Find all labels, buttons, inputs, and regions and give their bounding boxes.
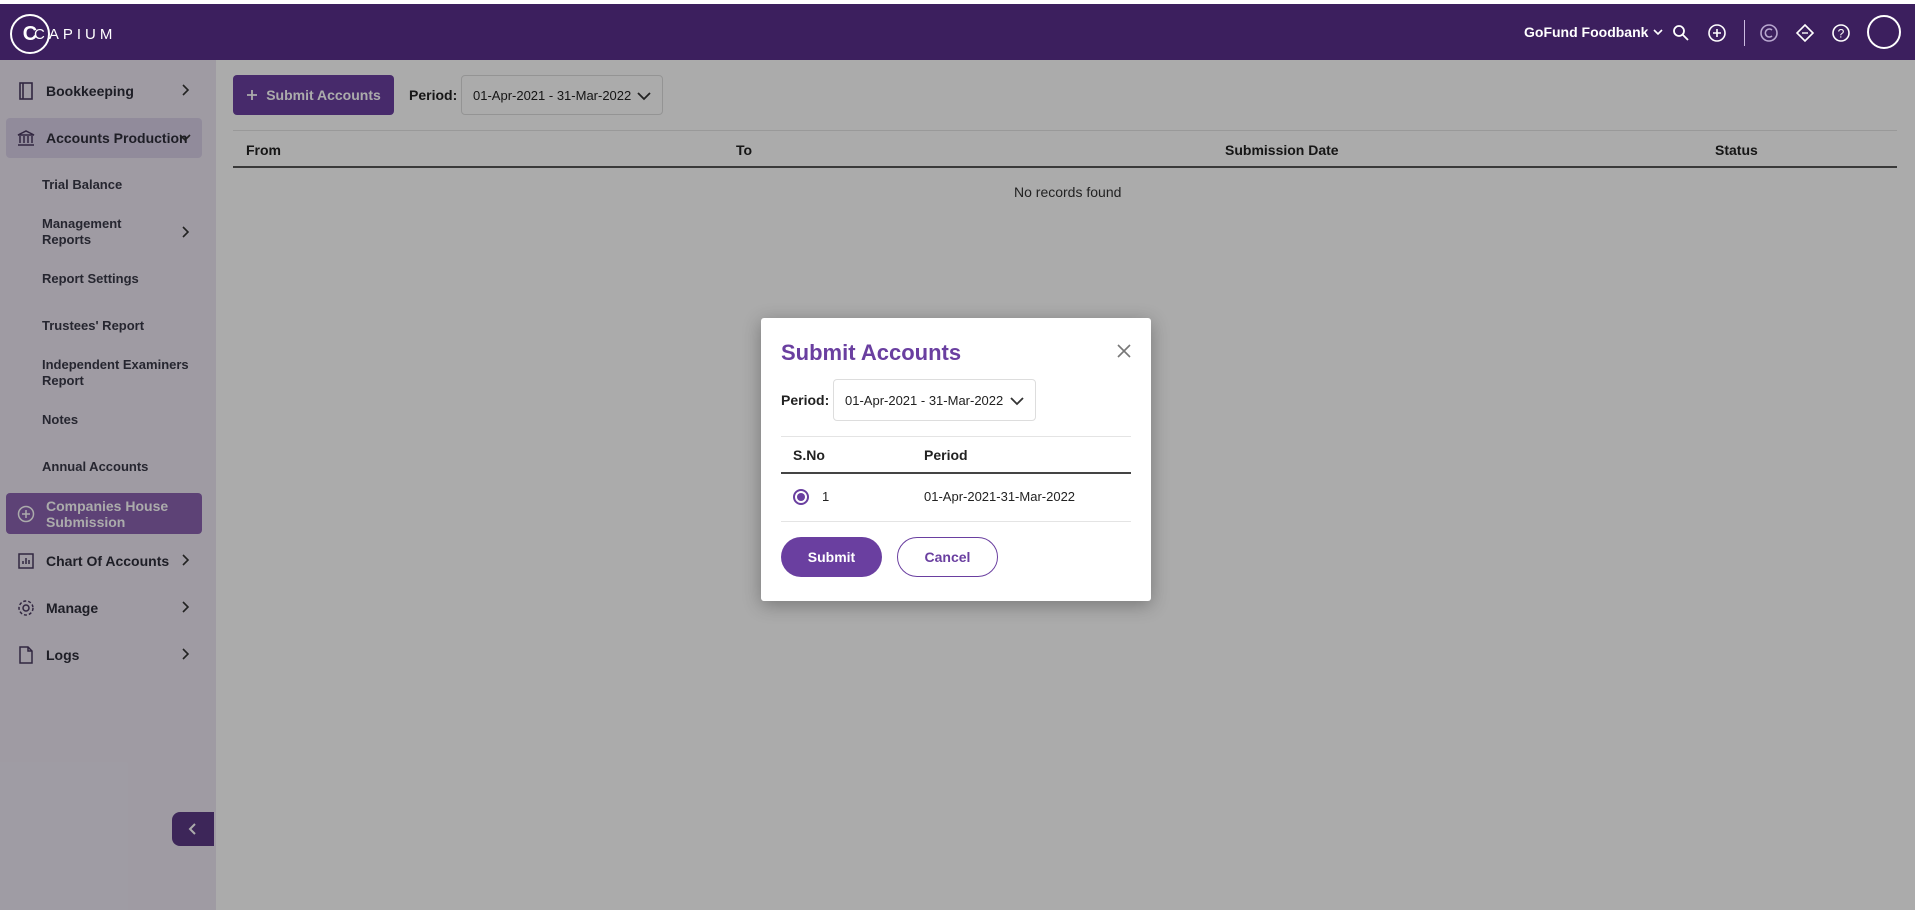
capium-coin-icon[interactable] bbox=[1758, 22, 1780, 44]
capium-logo[interactable]: C CAPIUM bbox=[10, 14, 116, 54]
dialog-period-label: Period: bbox=[781, 392, 830, 408]
column-header-sno: S.No bbox=[793, 447, 825, 463]
dialog-period-table: S.No Period 1 01-Apr-2021-31-Mar-2022 bbox=[781, 436, 1131, 522]
add-circle-icon[interactable] bbox=[1706, 22, 1728, 44]
chevron-down-icon bbox=[1653, 29, 1663, 36]
org-name: GoFund Foodbank bbox=[1524, 24, 1649, 40]
column-header-period: Period bbox=[924, 447, 968, 463]
dialog-table-header: S.No Period bbox=[781, 436, 1131, 474]
dialog-title: Submit Accounts bbox=[781, 340, 962, 365]
org-switcher[interactable]: GoFund Foodbank bbox=[1524, 24, 1664, 40]
ticket-icon[interactable] bbox=[1794, 22, 1816, 44]
logo-text: CAPIUM bbox=[34, 25, 117, 43]
avatar[interactable] bbox=[1867, 15, 1901, 49]
submit-accounts-dialog: Submit Accounts Period: 01-Apr-2021 - 31… bbox=[761, 318, 1151, 601]
submit-button[interactable]: Submit bbox=[781, 537, 882, 577]
table-row[interactable]: 1 01-Apr-2021-31-Mar-2022 bbox=[781, 474, 1131, 522]
toolbar-divider bbox=[1744, 20, 1745, 46]
svg-text:?: ? bbox=[1838, 27, 1845, 41]
search-icon[interactable] bbox=[1670, 22, 1692, 44]
dialog-period-value: 01-Apr-2021 - 31-Mar-2022 bbox=[845, 392, 1004, 408]
help-icon[interactable]: ? bbox=[1830, 22, 1852, 44]
top-bar: C CAPIUM GoFund Foodbank ? bbox=[0, 4, 1915, 60]
row-sno: 1 bbox=[822, 489, 830, 504]
cancel-button[interactable]: Cancel bbox=[897, 537, 998, 577]
dialog-period-select[interactable]: 01-Apr-2021 - 31-Mar-2022 bbox=[833, 379, 1036, 421]
row-radio-button[interactable] bbox=[793, 489, 809, 505]
close-icon[interactable] bbox=[1115, 342, 1133, 360]
row-period: 01-Apr-2021-31-Mar-2022 bbox=[924, 489, 1076, 504]
chevron-down-icon bbox=[1010, 397, 1024, 406]
